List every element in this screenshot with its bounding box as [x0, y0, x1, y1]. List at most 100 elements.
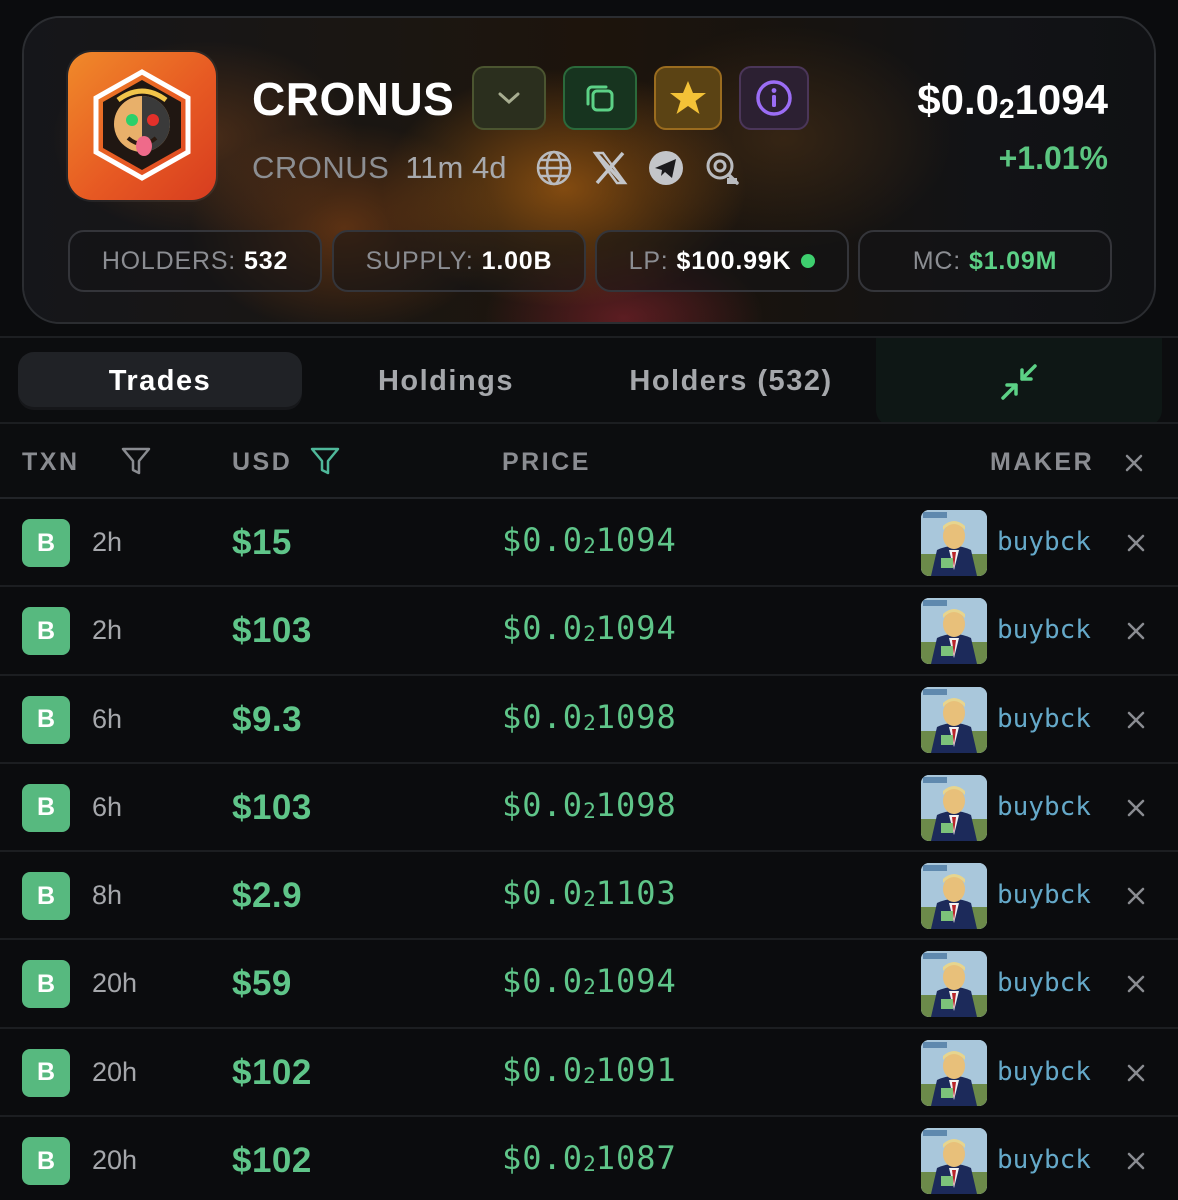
row-filter-close-button[interactable] [1126, 798, 1146, 823]
txn-usd: $102 [232, 1052, 312, 1092]
row-filter-close-button[interactable] [1126, 533, 1146, 558]
table-row[interactable]: B 20h $59 $0.021094 buybck [0, 940, 1178, 1029]
txn-usd: $2.9 [232, 876, 303, 916]
table-row[interactable]: B 20h $102 $0.021087 buybck [0, 1117, 1178, 1200]
clear-maker-filter-button[interactable] [1124, 451, 1144, 480]
tab-holders[interactable]: Holders (532) [588, 352, 874, 410]
token-price: $0.021094 [917, 76, 1108, 124]
txn-type-badge: B [22, 519, 70, 567]
info-button[interactable] [739, 66, 809, 130]
row-filter-close-button[interactable] [1126, 1063, 1146, 1088]
txn-time: 2h [92, 527, 123, 557]
maker-avatar[interactable] [921, 951, 987, 1018]
maker-avatar[interactable] [921, 863, 987, 930]
tab-trades[interactable]: Trades [18, 352, 302, 410]
copy-button[interactable] [563, 66, 637, 130]
website-link[interactable] [532, 146, 576, 190]
row-filter-close-button[interactable] [1126, 710, 1146, 735]
table-row[interactable]: B 20h $102 $0.021091 buybck [0, 1028, 1178, 1118]
txn-time: 20h [92, 1056, 138, 1087]
lp-stat: LP: $100.99K [595, 230, 849, 292]
token-subinfo: CRONUS 11m 4d [252, 148, 744, 188]
favorite-button[interactable] [654, 66, 722, 130]
txn-time: 20h [92, 1145, 138, 1176]
table-row[interactable]: B 6h $103 $0.021098 buybck [0, 763, 1178, 853]
txn-usd: $102 [232, 1141, 312, 1181]
telegram-icon [649, 151, 684, 185]
filter-icon [121, 447, 151, 475]
txn-time: 6h [92, 703, 123, 734]
txn-usd: $9.3 [232, 699, 303, 739]
txn-type-badge: B [22, 1137, 70, 1186]
close-icon [1125, 454, 1143, 472]
txn-type-badge: B [22, 1048, 70, 1097]
maker-avatar-image [921, 686, 987, 753]
telegram-link[interactable] [644, 146, 688, 190]
row-filter-close-button[interactable] [1126, 886, 1146, 911]
token-name: CRONUS [252, 73, 455, 125]
close-icon [1127, 887, 1145, 905]
supply-stat: SUPPLY: 1.00B [332, 230, 586, 292]
token-header-card: CRONUS CRONUS 11m 4d $0.021094 +1.01% HO… [22, 16, 1156, 324]
maker-avatar[interactable] [921, 1039, 987, 1106]
maker-avatar-image [921, 598, 987, 665]
maker-avatar[interactable] [921, 598, 987, 665]
close-icon [1127, 976, 1145, 993]
tab-holdings[interactable]: Holdings [304, 352, 588, 410]
token-logo [68, 52, 216, 200]
close-icon [1127, 711, 1145, 728]
social-links [520, 146, 744, 190]
txn-time: 2h [92, 615, 123, 646]
usd-filter-button[interactable] [309, 446, 341, 483]
txn-filter-button[interactable] [120, 446, 152, 483]
star-icon [670, 81, 706, 114]
copy-icon [586, 85, 614, 112]
cronus-logo-icon [93, 69, 191, 181]
maker-avatar[interactable] [921, 686, 987, 753]
txn-price: $0.021094 [502, 609, 677, 648]
search-link-icon [706, 152, 740, 185]
row-filter-close-button[interactable] [1126, 1151, 1146, 1176]
filter-icon [310, 447, 340, 475]
price-change: +1.01% [998, 140, 1108, 176]
table-row[interactable]: B 8h $2.9 $0.021103 buybck [0, 852, 1178, 941]
txn-type-badge: B [22, 695, 70, 744]
maker-name[interactable]: buybck [997, 792, 1091, 822]
maker-name[interactable]: buybck [997, 880, 1091, 910]
dropdown-button[interactable] [472, 66, 546, 130]
maker-name[interactable]: buybck [997, 968, 1091, 998]
table-row[interactable]: B 6h $9.3 $0.021098 buybck [0, 675, 1178, 764]
maker-name[interactable]: buybck [997, 527, 1091, 557]
txn-type-badge: B [22, 783, 70, 832]
maker-avatar[interactable] [921, 510, 987, 576]
maker-name[interactable]: buybck [997, 1145, 1091, 1175]
table-row[interactable]: B 2h $103 $0.021094 buybck [0, 587, 1178, 676]
maker-avatar-image [921, 1128, 987, 1195]
collapse-button[interactable] [876, 338, 1162, 426]
maker-name[interactable]: buybck [997, 1057, 1091, 1087]
x-icon [592, 151, 628, 185]
txn-price: $0.021098 [502, 785, 677, 824]
trades-table-body: B 2h $15 $0.021094 buybck B 2h $103 $0.0… [0, 499, 1178, 1200]
maker-name[interactable]: buybck [997, 704, 1091, 734]
tab-bar: Trades Holdings Holders (532) [0, 338, 1178, 426]
txn-price: $0.021094 [502, 962, 677, 1001]
mc-stat: MC: $1.09M [858, 230, 1112, 292]
maker-avatar[interactable] [921, 1128, 987, 1195]
search-link[interactable] [700, 146, 744, 190]
table-row[interactable]: B 2h $15 $0.021094 buybck [0, 499, 1178, 588]
txn-usd: $103 [232, 787, 312, 827]
column-usd: USD [232, 448, 293, 476]
close-icon [1127, 1064, 1145, 1082]
maker-name[interactable]: buybck [997, 615, 1091, 645]
txn-time: 6h [92, 791, 123, 822]
row-filter-close-button[interactable] [1126, 621, 1146, 646]
maker-avatar-image [921, 510, 987, 576]
x-link[interactable] [588, 146, 632, 190]
row-filter-close-button[interactable] [1126, 974, 1146, 999]
close-icon [1127, 799, 1145, 817]
maker-avatar[interactable] [921, 774, 987, 841]
txn-type-badge: B [22, 872, 70, 921]
globe-icon [537, 150, 572, 186]
trades-table-header: TXN USD PRICE MAKER [0, 424, 1178, 498]
